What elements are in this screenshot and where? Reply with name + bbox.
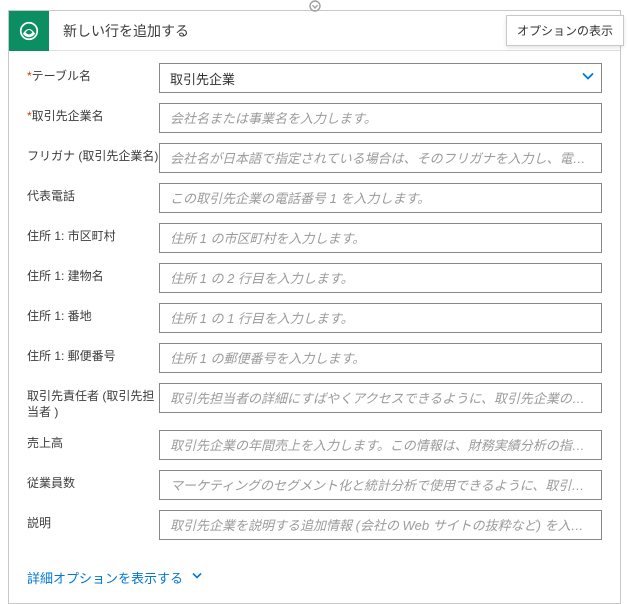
label-building: 住所 1: 建物名 [27, 263, 159, 285]
row-revenue: 売上高 [27, 430, 602, 460]
row-furigana: フリガナ (取引先企業名) [27, 143, 602, 173]
label-account-name: *取引先企業名 [27, 103, 159, 125]
row-table-name: *テーブル名 取引先企業 [27, 63, 602, 93]
city-input[interactable] [159, 223, 602, 253]
label-table-name: *テーブル名 [27, 63, 159, 85]
row-main-phone: 代表電話 [27, 183, 602, 213]
row-contact: 取引先責任者 (取引先担当者 ) [27, 383, 602, 420]
table-name-dropdown[interactable]: 取引先企業 [159, 63, 602, 93]
chevron-down-icon [581, 70, 595, 87]
revenue-input[interactable] [159, 430, 602, 460]
label-employees: 従業員数 [27, 470, 159, 492]
main-phone-input[interactable] [159, 183, 602, 213]
row-description: 説明 [27, 510, 602, 540]
street-input[interactable] [159, 303, 602, 333]
description-input[interactable] [159, 510, 602, 540]
label-city: 住所 1: 市区町村 [27, 223, 159, 245]
postal-input[interactable] [159, 343, 602, 373]
card-title: 新しい行を追加する [49, 21, 189, 41]
insert-arrow-icon [304, 0, 326, 19]
account-name-input[interactable] [159, 103, 602, 133]
employees-input[interactable] [159, 470, 602, 500]
row-account-name: *取引先企業名 [27, 103, 602, 133]
row-postal: 住所 1: 郵便番号 [27, 343, 602, 373]
label-postal: 住所 1: 郵便番号 [27, 343, 159, 365]
row-street: 住所 1: 番地 [27, 303, 602, 333]
row-city: 住所 1: 市区町村 [27, 223, 602, 253]
chevron-down-icon [191, 570, 203, 585]
dropdown-value: 取引先企業 [170, 69, 235, 88]
show-advanced-options-link[interactable]: 詳細オプションを表示する [9, 558, 620, 603]
label-main-phone: 代表電話 [27, 183, 159, 205]
label-street: 住所 1: 番地 [27, 303, 159, 325]
contact-input[interactable] [159, 383, 602, 413]
action-card: 新しい行を追加する オプションの表示 *テーブル名 取引先企業 *取引先企業名 … [8, 10, 621, 604]
advanced-link-text: 詳細オプションを表示する [27, 568, 183, 587]
label-description: 説明 [27, 510, 159, 532]
options-tooltip: オプションの表示 [506, 15, 624, 46]
label-furigana: フリガナ (取引先企業名) [27, 143, 159, 165]
building-input[interactable] [159, 263, 602, 293]
row-employees: 従業員数 [27, 470, 602, 500]
row-building: 住所 1: 建物名 [27, 263, 602, 293]
label-revenue: 売上高 [27, 430, 159, 452]
furigana-input[interactable] [159, 143, 602, 173]
label-contact: 取引先責任者 (取引先担当者 ) [27, 383, 159, 420]
dataverse-logo-icon [9, 11, 49, 51]
form-body: *テーブル名 取引先企業 *取引先企業名 フリガナ (取引先企業名) 代表電話 [9, 51, 620, 558]
